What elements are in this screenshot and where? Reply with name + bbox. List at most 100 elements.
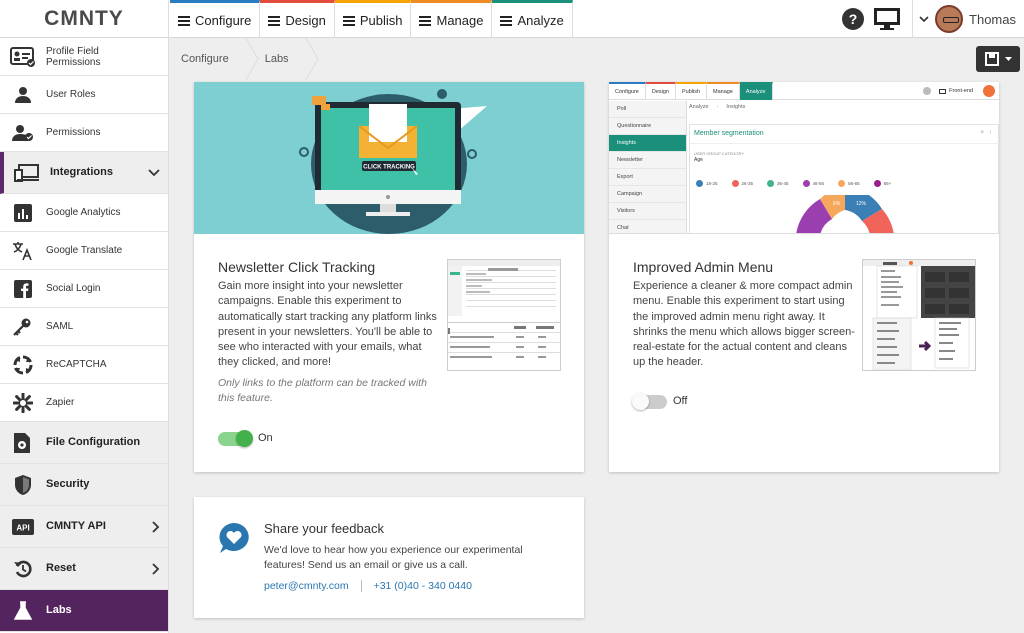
- save-button[interactable]: [976, 46, 1020, 72]
- preview-pie-label: 12%: [856, 201, 867, 207]
- nav-tab-design[interactable]: Design: [260, 0, 335, 38]
- sidebar-item-label: Permissions: [46, 127, 101, 138]
- sidebar-item-social-login[interactable]: Social Login: [0, 270, 168, 308]
- sidebar-item-user-roles[interactable]: User Roles: [0, 76, 168, 114]
- nav-tab-manage[interactable]: Manage: [411, 0, 493, 38]
- caret-down-icon: [1004, 56, 1012, 61]
- key-user-icon: [0, 317, 46, 337]
- reset-icon: [0, 559, 46, 579]
- card-title: Improved Admin Menu: [633, 259, 774, 275]
- nav-tab-analyze[interactable]: Analyze: [492, 0, 573, 38]
- bar-chart-icon: [0, 203, 46, 222]
- breadcrumb-labs[interactable]: Labs: [259, 38, 305, 80]
- toggle-status-label: Off: [673, 395, 688, 407]
- user-check-icon: [0, 124, 46, 142]
- cmnty-logo[interactable]: CMNTY: [0, 0, 169, 38]
- preview-legend-item: 18-25: [696, 180, 718, 187]
- newsletter-tracking-toggle[interactable]: [218, 430, 253, 447]
- api-icon: API: [0, 518, 46, 535]
- sidebar-item-saml[interactable]: SAML: [0, 308, 168, 346]
- sidebar-item-google-analytics[interactable]: Google Analytics: [0, 194, 168, 232]
- preview-side-item: Visitors: [609, 203, 686, 220]
- preview-side-item: Campaign: [609, 186, 686, 203]
- preview-side-item-active: Insights: [609, 135, 686, 152]
- feedback-email-link[interactable]: peter@cmnty.com: [264, 580, 349, 592]
- sidebar-item-permissions[interactable]: Permissions: [0, 114, 168, 152]
- breadcrumb-configure[interactable]: Configure: [170, 38, 245, 80]
- avatar[interactable]: [935, 5, 964, 33]
- preview-front-end-label: Front-end: [949, 88, 973, 94]
- preview-panel-title: Member segmentation: [694, 130, 764, 137]
- preview-legend-swatch: [767, 180, 775, 187]
- user-name[interactable]: Thomas: [969, 12, 1016, 27]
- preview-legend-label: 26-35: [741, 181, 754, 186]
- newsletter-preview-thumbnail: [447, 259, 561, 371]
- chevron-down-icon: [148, 168, 160, 176]
- sidebar-item-recaptcha[interactable]: ReCAPTCHA: [0, 346, 168, 384]
- preview-tab-configure: Configure: [609, 82, 646, 100]
- asterisk-icon: [0, 392, 46, 413]
- sidebar-item-label: Reset: [46, 562, 76, 574]
- sidebar-item-label: File Configuration: [46, 436, 141, 448]
- preview-category-label: USER GROUP CATEGORY: [694, 151, 745, 156]
- sidebar: Profile Field Permissions User Roles Per…: [0, 38, 169, 633]
- divider: [912, 0, 914, 38]
- chevron-right-icon: [152, 562, 160, 575]
- user-icon: [0, 86, 46, 104]
- sidebar-item-profile-field-permissions[interactable]: Profile Field Permissions: [0, 38, 168, 76]
- nav-tab-label: Manage: [436, 13, 484, 28]
- breadcrumb-separator: [245, 38, 259, 80]
- preview-legend-label: 36-45: [777, 181, 789, 186]
- sidebar-item-zapier[interactable]: Zapier: [0, 384, 168, 422]
- feedback-title: Share your feedback: [264, 521, 384, 536]
- card-description: Experience a cleaner & more compact admi…: [633, 280, 855, 369]
- preview-legend-label: 56-65: [848, 181, 860, 186]
- feedback-text: We'd love to hear how you experience our…: [264, 544, 523, 571]
- help-button[interactable]: ?: [842, 8, 865, 30]
- sidebar-item-labs[interactable]: Labs: [0, 590, 168, 632]
- preview-side-item: Export: [609, 169, 686, 186]
- sidebar-item-file-configuration[interactable]: File Configuration: [0, 422, 168, 464]
- preview-legend-swatch: [873, 180, 881, 187]
- breadcrumb-separator: [305, 38, 319, 80]
- preview-legend-swatch: [838, 180, 846, 187]
- nav-tab-publish[interactable]: Publish: [334, 0, 412, 38]
- preview-crumb: Analyze: [689, 104, 709, 110]
- admin-menu-toggle[interactable]: [632, 393, 667, 410]
- preview-tab-publish: Publish: [675, 82, 708, 100]
- preview-legend-swatch: [731, 180, 739, 187]
- hero-click-tracking-text: CLICK TRACKING: [363, 165, 415, 171]
- chevron-right-icon: [152, 520, 160, 533]
- sidebar-item-integrations[interactable]: Integrations: [0, 152, 168, 194]
- sidebar-item-cmnty-api[interactable]: API CMNTY API: [0, 506, 168, 548]
- sidebar-item-label: Security: [46, 478, 90, 490]
- sidebar-item-security[interactable]: Security: [0, 464, 168, 506]
- preview-side-item: Questionnaire: [609, 118, 686, 135]
- preview-tab-design: Design: [645, 82, 676, 100]
- preview-pie-label: 6%: [833, 201, 841, 207]
- frontend-monitor-icon[interactable]: [874, 8, 901, 30]
- preview-side-item: Poll: [609, 101, 686, 118]
- sidebar-item-google-translate[interactable]: Google Translate: [0, 232, 168, 270]
- toggle-status-label: On: [258, 432, 273, 444]
- top-bar: CMNTY Configure Design Publish Manage An…: [0, 0, 1024, 38]
- preview-tab-analyze: Analyze: [739, 82, 773, 100]
- preview-category-value: Age: [694, 157, 703, 163]
- nav-tab-label: Configure: [195, 13, 252, 28]
- preview-legend-item: 26-35: [731, 180, 754, 187]
- sidebar-item-label: Google Translate: [46, 245, 123, 256]
- admin-menu-preview-thumbnail: [862, 259, 976, 371]
- feedback-phone-link[interactable]: +31 (0)40 - 340 0440: [374, 580, 472, 592]
- improved-admin-menu-card: Configure Design Publish Manage Analyze …: [609, 82, 999, 472]
- sidebar-item-label: CMNTY API: [46, 520, 106, 532]
- sidebar-item-label: Social Login: [46, 283, 101, 294]
- preview-legend-item: 56-65: [838, 180, 860, 187]
- profile-card-icon: [0, 46, 46, 67]
- nav-tab-label: Publish: [359, 13, 403, 28]
- nav-tab-label: Design: [285, 13, 326, 28]
- sidebar-item-reset[interactable]: Reset: [0, 548, 168, 590]
- chevron-down-icon[interactable]: [919, 14, 929, 24]
- menu-icon: [268, 14, 281, 28]
- divider: [360, 580, 362, 592]
- nav-tab-configure[interactable]: Configure: [170, 0, 261, 38]
